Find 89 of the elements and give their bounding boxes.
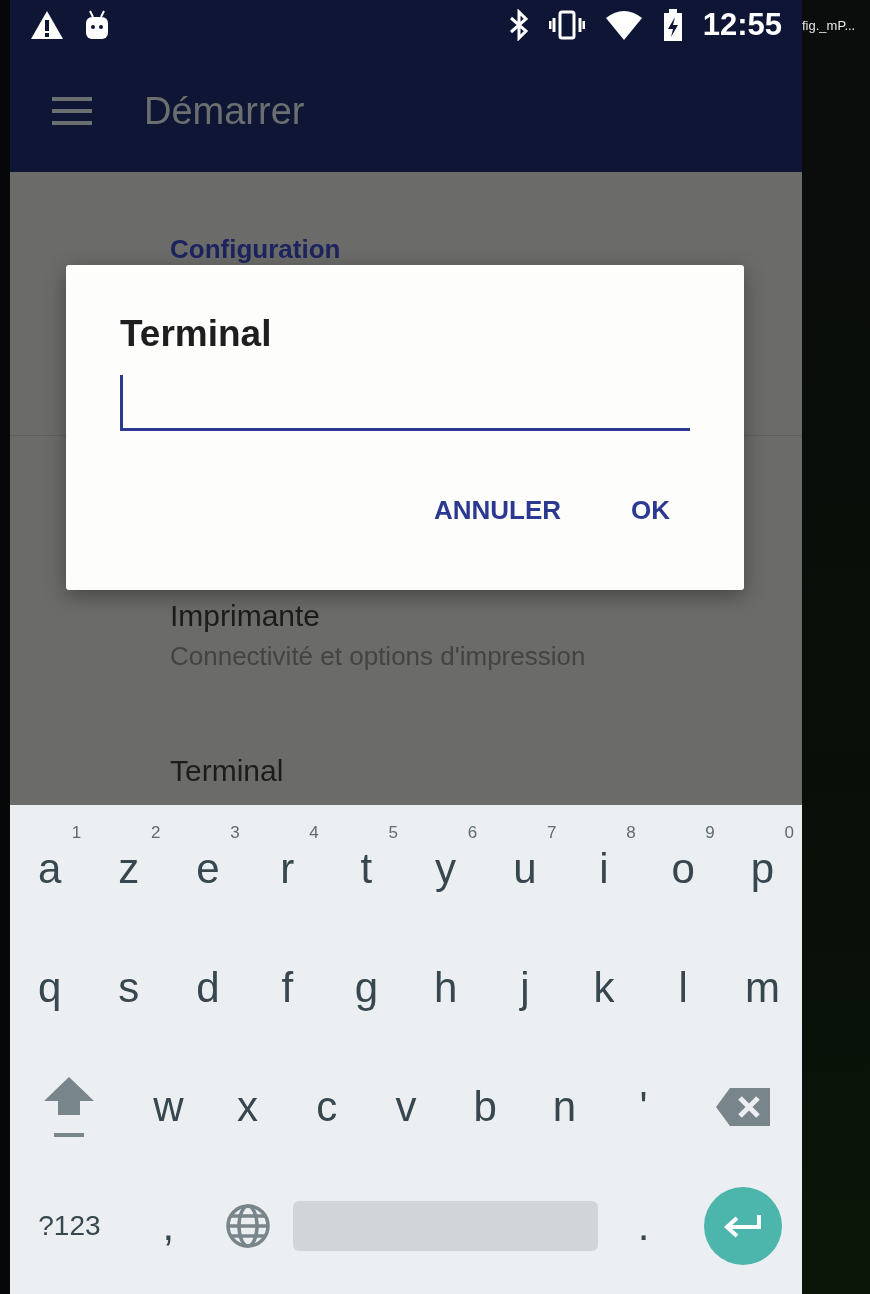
key-label: l: [678, 963, 688, 1012]
key-hint: 2: [150, 823, 161, 843]
key-label: i: [599, 844, 609, 893]
keyboard-key[interactable]: j: [485, 928, 565, 1047]
key-hint: 7: [546, 823, 557, 843]
keyboard-key[interactable]: f: [247, 928, 327, 1047]
dialog-title: Terminal: [120, 313, 272, 355]
keyboard-key[interactable]: e 3: [168, 809, 248, 928]
keyboard-key[interactable]: i 8: [564, 809, 644, 928]
key-label: o: [671, 844, 695, 893]
keyboard-key[interactable]: .: [604, 1166, 684, 1285]
key-label: ': [639, 1082, 648, 1131]
key-label: h: [433, 963, 458, 1012]
keyboard-key[interactable]: s: [89, 928, 169, 1047]
keyboard-key[interactable]: k: [564, 928, 644, 1047]
keyboard-key[interactable]: q: [10, 928, 90, 1047]
key-hint: 0: [784, 823, 795, 843]
key-label: p: [750, 844, 775, 893]
dialog-button[interactable]: OK: [611, 487, 690, 534]
key-label: g: [354, 963, 379, 1012]
vibrate-icon: [548, 10, 585, 40]
keyboard-key[interactable]: v: [366, 1047, 446, 1166]
android-icon: [84, 10, 110, 40]
key-label: a: [37, 844, 62, 893]
key-hint: 9: [705, 823, 715, 843]
app-bar-title: Démarrer: [144, 89, 305, 133]
key-hint: 8: [626, 823, 636, 843]
keyboard-key[interactable]: m: [722, 928, 803, 1047]
key-label: c: [316, 1082, 338, 1131]
enter-arrow-icon: [722, 1212, 763, 1239]
keyboard-key[interactable]: ': [604, 1047, 684, 1166]
key-label: k: [593, 963, 615, 1012]
key-hint: 1: [71, 823, 82, 843]
key-label: j: [520, 963, 530, 1012]
keyboard-key[interactable]: r 4: [247, 809, 327, 928]
key-label: w: [153, 1082, 184, 1131]
input-field[interactable]: [120, 375, 690, 431]
backspace-icon[interactable]: [715, 1087, 770, 1126]
keyboard-key[interactable]: x: [208, 1047, 288, 1166]
keyboard-key[interactable]: d: [168, 928, 248, 1047]
key-hint: 5: [388, 823, 398, 843]
key-label: t: [360, 844, 373, 893]
key-hint: 4: [309, 823, 319, 843]
keyboard-key[interactable]: b: [445, 1047, 525, 1166]
key-label: s: [118, 963, 140, 1012]
menu-icon[interactable]: [52, 97, 92, 125]
keyboard-key[interactable]: g: [326, 928, 406, 1047]
key-hint: 3: [230, 823, 240, 843]
globe-icon[interactable]: [224, 1202, 271, 1249]
key-label: ,: [162, 1201, 175, 1250]
status-time: 12:55: [702, 7, 782, 43]
key-hint: 6: [467, 823, 478, 843]
key-label: r: [280, 844, 295, 893]
keyboard-key[interactable]: u 7: [485, 809, 565, 928]
keyboard-key[interactable]: o 9: [643, 809, 723, 928]
key-label: y: [435, 844, 457, 893]
key-label: x: [237, 1082, 259, 1131]
key-label: e: [196, 844, 220, 893]
keyboard-key[interactable]: c: [287, 1047, 367, 1166]
key-label: .: [637, 1201, 650, 1250]
keyboard-key[interactable]: ,: [128, 1166, 208, 1285]
keyboard-key[interactable]: n: [524, 1047, 604, 1166]
keyboard-key[interactable]: w: [128, 1047, 208, 1166]
side-label: fig._mP...: [802, 18, 856, 33]
key-label: z: [118, 844, 140, 893]
wifi-icon: [604, 10, 643, 40]
section-header: Configuration: [170, 234, 342, 265]
settings-item-title: Imprimante: [170, 599, 322, 633]
key-label: q: [37, 963, 62, 1012]
dialog-button[interactable]: ANNULER: [413, 487, 581, 534]
settings-item-title: Terminal: [170, 754, 285, 788]
keyboard-key[interactable]: z 2: [89, 809, 169, 928]
keyboard-key[interactable]: y 6: [406, 809, 486, 928]
key-label: n: [552, 1082, 577, 1131]
key-label: v: [395, 1082, 417, 1131]
keyboard-key[interactable]: p 0: [722, 809, 803, 928]
keyboard-key[interactable]: t 5: [326, 809, 406, 928]
bluetooth-icon: [508, 9, 529, 41]
symbols-key[interactable]: ?123: [38, 1209, 101, 1242]
keyboard-key[interactable]: h: [406, 928, 486, 1047]
key-label: b: [473, 1082, 497, 1131]
key-label: d: [196, 963, 220, 1012]
key-label: u: [513, 844, 537, 893]
battery-charging-icon: [662, 9, 683, 41]
key-label: f: [281, 963, 294, 1012]
warning-icon: [30, 10, 64, 40]
keyboard-key[interactable]: l: [643, 928, 723, 1047]
keyboard-key[interactable]: a 1: [10, 809, 90, 928]
key-label: m: [744, 963, 780, 1012]
